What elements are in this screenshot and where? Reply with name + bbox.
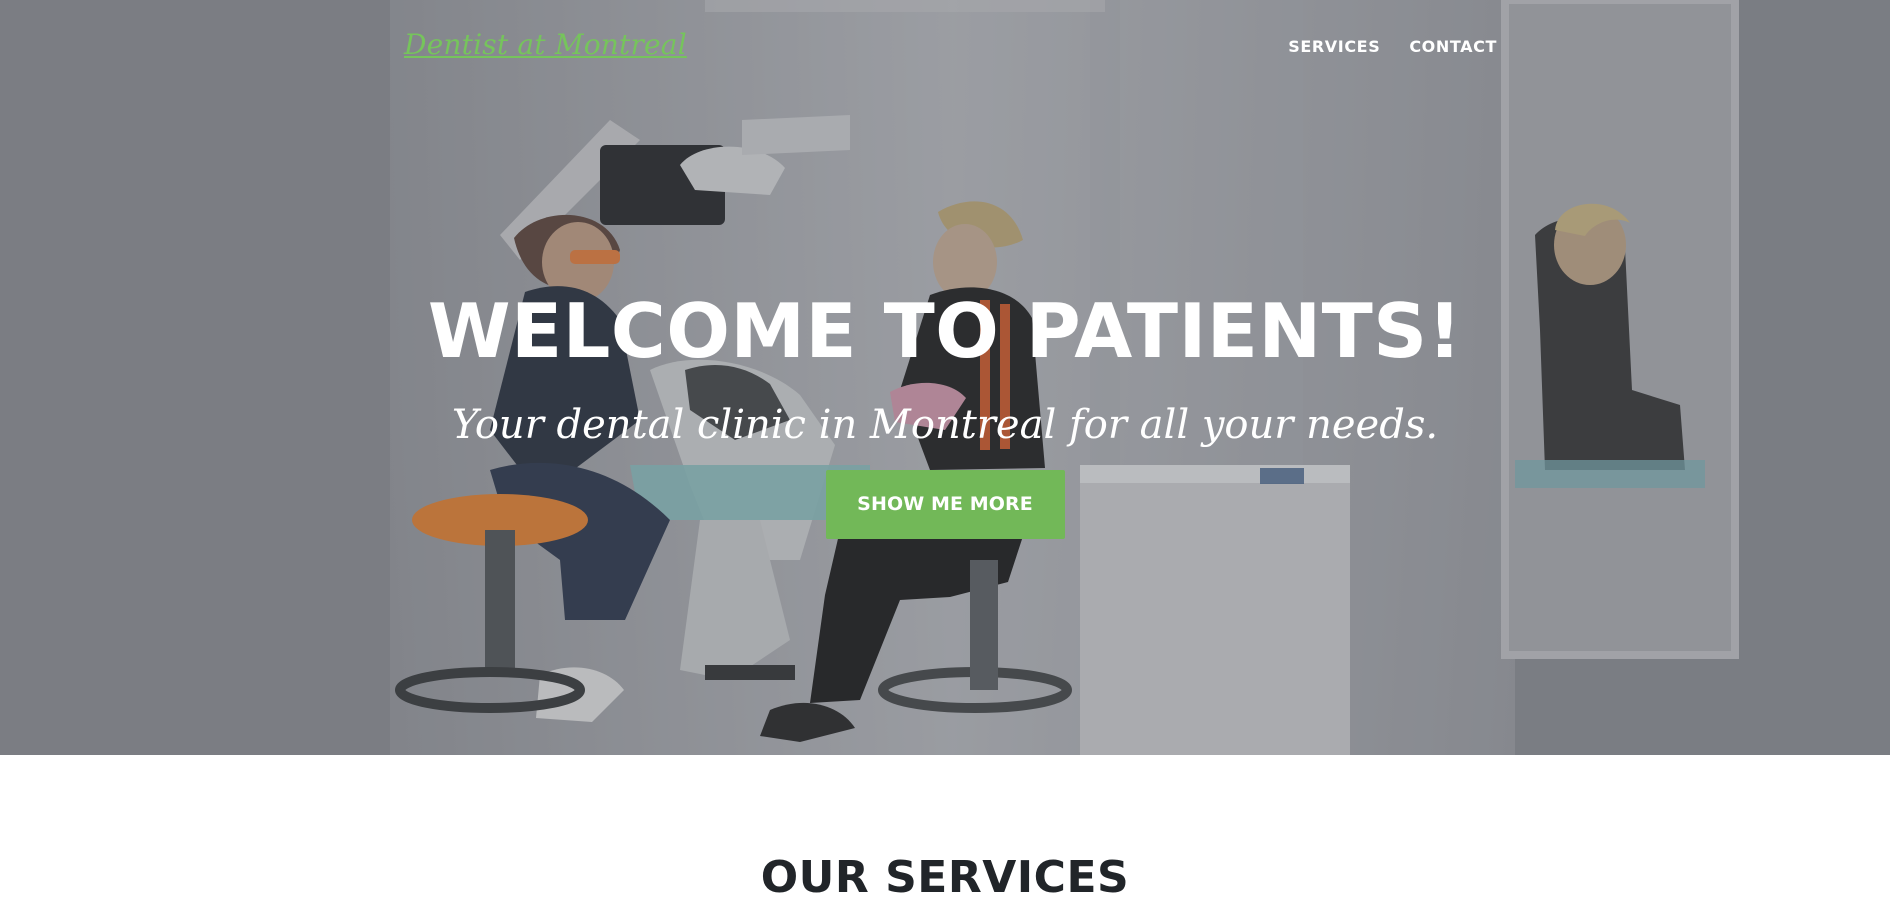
top-navigation: Dentist at Montreal SERVICES CONTACT [0,0,1890,95]
landing-page: Dentist at Montreal SERVICES CONTACT WEL… [0,0,1890,910]
hero-subtitle: Your dental clinic in Montreal for all y… [451,402,1439,448]
main-navigation: SERVICES CONTACT [1288,37,1497,56]
nav-link-contact[interactable]: CONTACT [1409,37,1497,56]
hero-title: WELCOME TO PATIENTS! [427,287,1463,375]
show-me-more-button[interactable]: SHOW ME MORE [825,470,1065,539]
nav-link-services[interactable]: SERVICES [1288,37,1380,56]
hero-content: WELCOME TO PATIENTS! Your dental clinic … [0,286,1890,539]
services-heading: OUR SERVICES [760,852,1130,903]
brand-logo-link[interactable]: Dentist at Montreal [404,28,687,61]
hero-section: Dentist at Montreal SERVICES CONTACT WEL… [0,0,1890,755]
